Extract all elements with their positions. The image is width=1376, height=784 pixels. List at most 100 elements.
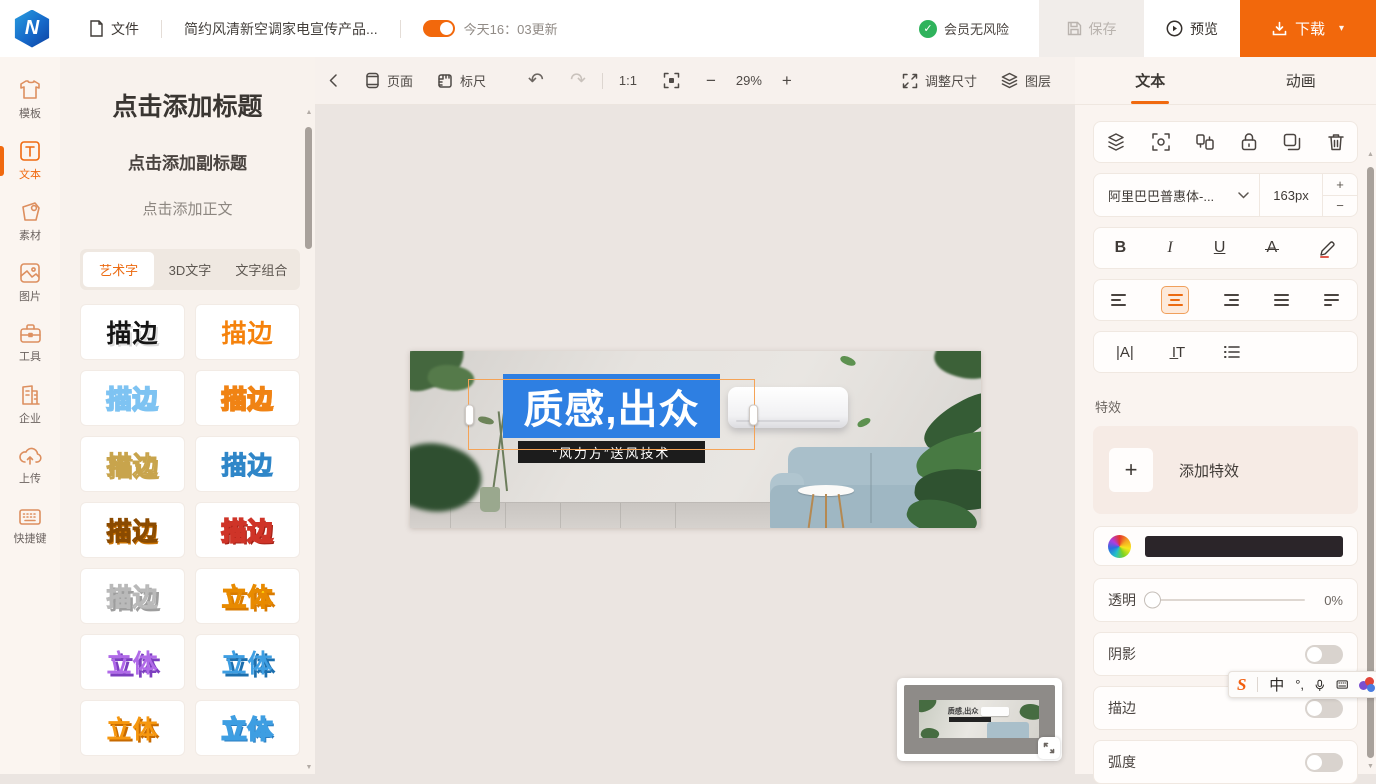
navigator-preview[interactable]: 质感,出众 [904, 685, 1055, 754]
microphone-icon[interactable] [1315, 677, 1325, 693]
page-button[interactable]: 页面 [365, 71, 413, 90]
sidebar-item-upload[interactable]: 上传 [0, 435, 60, 496]
fit-screen-button[interactable] [663, 72, 680, 89]
art-style-item[interactable]: 描边 [80, 502, 185, 558]
add-subtitle-item[interactable]: 点击添加副标题 [60, 149, 315, 174]
add-title-item[interactable]: 点击添加标题 [60, 87, 315, 123]
art-style-item[interactable]: 描边 [195, 502, 300, 558]
scroll-up-arrow[interactable]: ▲ [305, 109, 313, 117]
sidebar-item-text[interactable]: 文本 [0, 130, 60, 191]
layers-button[interactable]: 图层 [1001, 71, 1051, 90]
canvas-area[interactable]: 质感,出众 “风力方”送风技术 [315, 104, 1075, 774]
zoom-in-button[interactable]: + [782, 71, 792, 91]
art-style-item[interactable]: 描边 [80, 568, 185, 624]
zoom-out-button[interactable]: − [706, 71, 716, 91]
font-select[interactable]: 阿里巴巴普惠体-... [1094, 174, 1260, 216]
ratio-button[interactable]: 1:1 [619, 73, 637, 88]
file-menu[interactable]: 文件 [89, 19, 139, 39]
ime-mode-chinese[interactable]: 中 [1269, 674, 1284, 695]
navigator-expand-button[interactable] [1038, 737, 1060, 759]
tab-text-settings[interactable]: 文本 [1075, 57, 1226, 104]
arc-toggle[interactable] [1305, 753, 1343, 772]
bold-button[interactable]: B [1115, 239, 1127, 257]
app-logo[interactable]: N [13, 10, 51, 48]
scroll-down-arrow[interactable]: ▼ [305, 764, 313, 772]
selection-frame[interactable] [468, 379, 755, 450]
add-effect-button[interactable]: + 添加特效 [1093, 426, 1358, 514]
sidebar-item-tools[interactable]: 工具 [0, 313, 60, 374]
align-left-button[interactable] [1106, 287, 1137, 313]
autosave-toggle[interactable] [423, 20, 455, 37]
sidebar-item-assets[interactable]: 素材 [0, 191, 60, 252]
art-style-item[interactable]: 立体 [80, 700, 185, 756]
scroll-down-arrow[interactable]: ▼ [1366, 763, 1375, 770]
ruler-button[interactable]: 标尺 [437, 71, 486, 90]
stroke-toggle[interactable] [1305, 699, 1343, 718]
design-banner[interactable]: 质感,出众 “风力方”送风技术 [410, 351, 981, 528]
sidebar-item-templates[interactable]: 模板 [0, 69, 60, 130]
strikethrough-button[interactable]: A [1267, 239, 1278, 257]
shadow-toggle[interactable] [1305, 645, 1343, 664]
save-button[interactable]: 保存 [1039, 0, 1144, 57]
color-wheel-icon[interactable] [1108, 535, 1131, 558]
resize-button[interactable]: 调整尺寸 [902, 71, 977, 90]
sidebar-item-enterprise[interactable]: 企业 [0, 374, 60, 435]
text-highlight-button[interactable] [1318, 239, 1336, 258]
art-style-item[interactable]: 立体 [195, 700, 300, 756]
preview-button[interactable]: 预览 [1144, 0, 1240, 57]
panel-scrollbar[interactable]: ▲ ▼ [305, 117, 313, 770]
art-style-item[interactable]: 描边 [195, 370, 300, 426]
scroll-up-arrow[interactable]: ▲ [1366, 151, 1375, 158]
add-body-item[interactable]: 点击添加正文 [60, 198, 315, 219]
focus-center-icon[interactable] [1151, 132, 1171, 152]
trash-icon[interactable] [1327, 132, 1345, 152]
underline-button[interactable]: U [1214, 239, 1226, 257]
tab-3d-text[interactable]: 3D文字 [154, 252, 225, 287]
scrollbar-thumb[interactable] [305, 127, 312, 249]
chevron-down-icon[interactable]: ▾ [1339, 23, 1344, 34]
font-size-increase[interactable]: + [1323, 174, 1357, 196]
justify-last-button[interactable] [1319, 287, 1345, 313]
justify-button[interactable] [1269, 287, 1295, 313]
duplicate-icon[interactable] [1282, 132, 1302, 152]
opacity-slider[interactable] [1146, 599, 1305, 601]
ime-keyboard-icon[interactable] [1336, 678, 1348, 691]
art-style-item[interactable]: 描边 [80, 304, 185, 360]
ime-skin-icon[interactable] [1359, 677, 1375, 693]
scrollbar-thumb[interactable] [1367, 167, 1374, 758]
art-style-item[interactable]: 描边 [80, 370, 185, 426]
tab-animation[interactable]: 动画 [1226, 57, 1376, 104]
download-button[interactable]: 下载 ▾ [1240, 0, 1376, 57]
list-button[interactable] [1223, 345, 1241, 359]
sidebar-item-shortcuts[interactable]: 快捷键 [0, 496, 60, 557]
art-style-item[interactable]: 描边 [80, 436, 185, 492]
font-size-field[interactable]: 163px [1260, 188, 1322, 203]
ime-punctuation-toggle[interactable]: °, [1295, 677, 1304, 692]
undo-button[interactable]: ↶ [528, 69, 544, 92]
resize-handle-left[interactable] [465, 404, 474, 425]
line-height-button[interactable]: I̲T [1172, 344, 1185, 361]
lock-icon[interactable] [1240, 132, 1258, 152]
align-right-button[interactable] [1213, 287, 1244, 313]
text-color-swatch[interactable] [1145, 536, 1343, 557]
align-center-button[interactable] [1161, 286, 1189, 314]
layer-order-icon[interactable] [1106, 132, 1126, 152]
art-style-item[interactable]: 立体 [195, 634, 300, 690]
zoom-level[interactable]: 29% [736, 73, 762, 88]
document-title[interactable]: 简约风清新空调家电宣传产品... [184, 19, 378, 39]
collapse-panel-button[interactable] [329, 74, 337, 87]
sidebar-item-images[interactable]: 图片 [0, 252, 60, 313]
tab-art-text[interactable]: 艺术字 [83, 252, 154, 287]
resize-handle-right[interactable] [749, 404, 758, 425]
art-style-item[interactable]: 描边 [195, 436, 300, 492]
opacity-slider-knob[interactable] [1144, 592, 1161, 609]
art-style-item[interactable]: 立体 [80, 634, 185, 690]
align-distribute-icon[interactable] [1195, 132, 1215, 152]
redo-button[interactable]: ↷ [570, 69, 586, 92]
sogou-logo-icon[interactable]: S [1237, 675, 1246, 695]
tab-text-combo[interactable]: 文字组合 [226, 252, 297, 287]
art-style-item[interactable]: 描边 [195, 304, 300, 360]
font-size-decrease[interactable]: − [1323, 196, 1357, 217]
art-style-item[interactable]: 立体 [195, 568, 300, 624]
letter-spacing-button[interactable]: |A| [1116, 344, 1134, 361]
